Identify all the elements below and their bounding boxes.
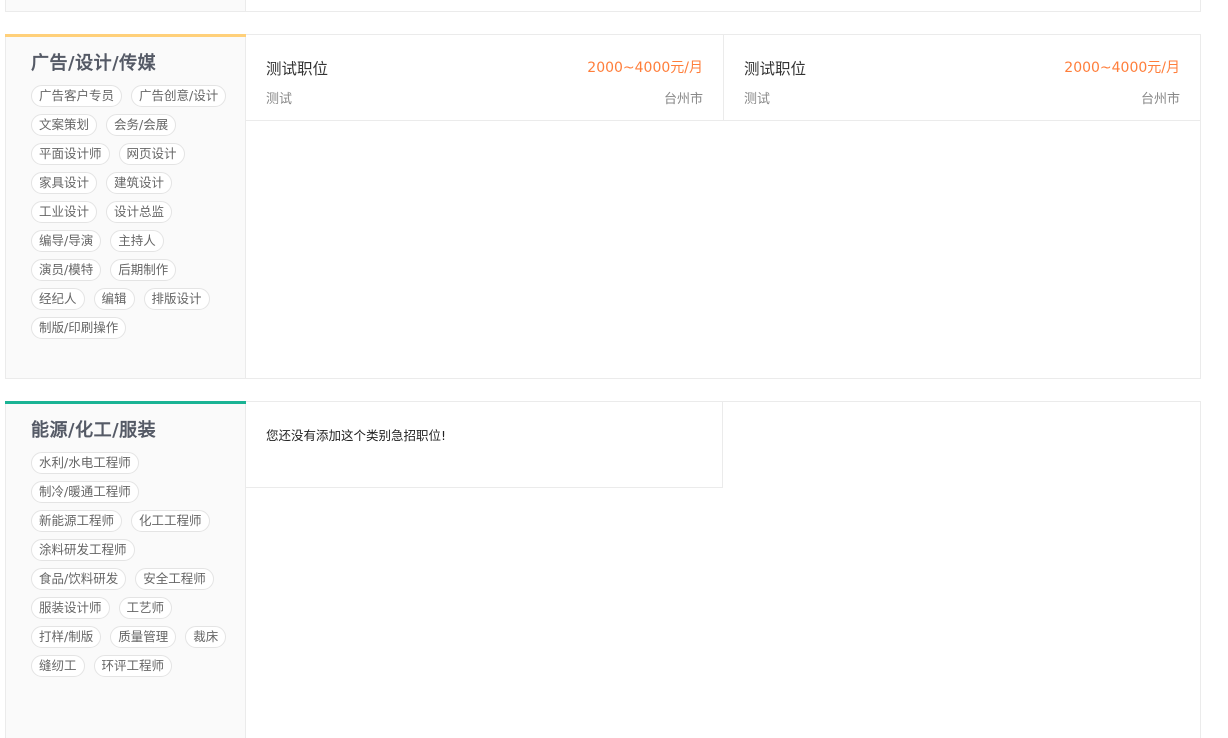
category-sidebar: 能源/化工/服装 水利/水电工程师 制冷/暖通工程师 新能源工程师 化工工程师 … xyxy=(5,401,246,738)
category-tag[interactable]: 主持人 xyxy=(110,230,164,252)
category-tag[interactable]: 工艺师 xyxy=(118,597,173,619)
category-tag[interactable]: 环评工程师 xyxy=(93,655,173,677)
category-tag[interactable]: 编辑 xyxy=(93,288,135,310)
category-tag[interactable]: 建筑设计 xyxy=(106,172,173,194)
job-title[interactable]: 测试职位 xyxy=(744,57,806,79)
category-tag-list: 水利/水电工程师 制冷/暖通工程师 新能源工程师 化工工程师 涂料研发工程师 食… xyxy=(31,452,236,677)
category-tag[interactable]: 会务/会展 xyxy=(106,114,177,136)
urgent-job-list: 测试职位 2000~4000元/月 测试 台州市 测试职位 2000~4000元… xyxy=(246,35,1200,121)
empty-job-message: 您还没有添加这个类别急招职位! xyxy=(266,428,447,443)
category-tag[interactable]: 制版/印刷操作 xyxy=(31,317,127,339)
category-sidebar: 广告/设计/传媒 广告客户专员 广告创意/设计 文案策划 会务/会展 平面设计师… xyxy=(5,34,246,378)
category-tag[interactable]: 服装设计师 xyxy=(31,597,110,619)
category-tag[interactable]: 裁床 xyxy=(185,626,227,648)
job-salary: 2000~4000元/月 xyxy=(1064,60,1180,76)
category-tag[interactable]: 设计总监 xyxy=(106,201,173,223)
category-tag[interactable]: 编导/导演 xyxy=(31,230,102,252)
category-accent-bar xyxy=(5,34,246,37)
job-card[interactable]: 测试职位 2000~4000元/月 测试 台州市 xyxy=(246,35,723,121)
category-tag[interactable]: 平面设计师 xyxy=(31,143,110,165)
category-tag[interactable]: 食品/饮料研发 xyxy=(31,568,127,590)
category-tag[interactable]: 文案策划 xyxy=(31,114,98,136)
job-company[interactable]: 测试 xyxy=(744,88,770,107)
category-title: 能源/化工/服装 xyxy=(31,420,157,441)
category-tag[interactable]: 演员/模特 xyxy=(31,259,102,281)
category-tag[interactable]: 化工工程师 xyxy=(131,510,210,532)
category-tag[interactable]: 经纪人 xyxy=(31,288,85,310)
category-tag[interactable]: 打样/制版 xyxy=(31,626,102,648)
category-title: 广告/设计/传媒 xyxy=(31,53,157,74)
category-tag[interactable]: 水利/水电工程师 xyxy=(31,452,139,474)
job-company[interactable]: 测试 xyxy=(266,88,292,107)
empty-job-notice: 您还没有添加这个类别急招职位! xyxy=(246,402,723,488)
category-tag[interactable]: 家具设计 xyxy=(31,172,98,194)
category-tag[interactable]: 质量管理 xyxy=(110,626,177,648)
category-tag[interactable]: 后期制作 xyxy=(110,259,177,281)
category-tag[interactable]: 新能源工程师 xyxy=(31,510,123,532)
previous-category-sidebar xyxy=(6,0,246,11)
category-tag[interactable]: 排版设计 xyxy=(143,288,210,310)
category-tag[interactable]: 广告创意/设计 xyxy=(131,85,227,107)
job-card[interactable]: 测试职位 2000~4000元/月 测试 台州市 xyxy=(723,35,1200,121)
category-tag[interactable]: 缝纫工 xyxy=(31,655,85,677)
category-tag[interactable]: 制冷/暖通工程师 xyxy=(31,481,139,503)
category-tag[interactable]: 广告客户专员 xyxy=(31,85,123,107)
category-section-energy-chemical-apparel: 能源/化工/服装 水利/水电工程师 制冷/暖通工程师 新能源工程师 化工工程师 … xyxy=(5,401,1201,738)
category-tag[interactable]: 网页设计 xyxy=(118,143,185,165)
category-tag[interactable]: 涂料研发工程师 xyxy=(31,539,135,561)
job-city: 台州市 xyxy=(1140,92,1180,107)
category-tag[interactable]: 工业设计 xyxy=(31,201,98,223)
category-accent-bar xyxy=(5,401,246,404)
job-city: 台州市 xyxy=(663,92,703,107)
job-title[interactable]: 测试职位 xyxy=(266,57,328,79)
previous-category-section xyxy=(5,0,1201,12)
category-tag-list: 广告客户专员 广告创意/设计 文案策划 会务/会展 平面设计师 网页设计 家具设… xyxy=(31,85,236,339)
job-salary: 2000~4000元/月 xyxy=(587,60,703,76)
category-section-ad-design-media: 广告/设计/传媒 广告客户专员 广告创意/设计 文案策划 会务/会展 平面设计师… xyxy=(5,34,1201,379)
category-tag[interactable]: 安全工程师 xyxy=(135,568,214,590)
